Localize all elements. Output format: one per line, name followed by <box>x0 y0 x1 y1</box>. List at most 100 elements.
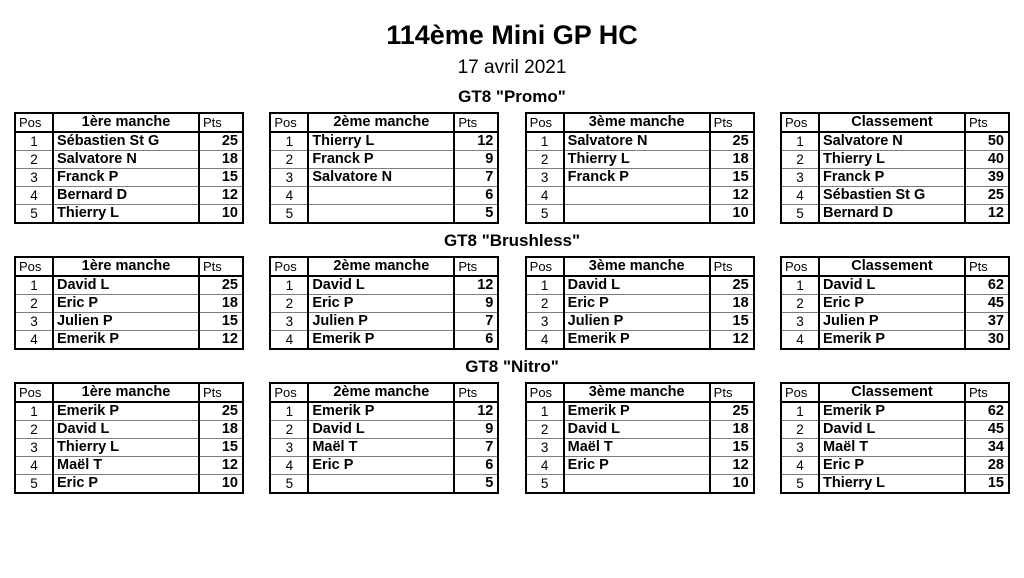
cell-points: 45 <box>964 420 1010 439</box>
cell-points: 10 <box>198 204 244 224</box>
cell-driver-name: Eric P <box>818 294 966 313</box>
cell-driver-name: David L <box>52 275 200 295</box>
cell-driver-name: Thierry L <box>563 150 711 169</box>
cell-points: 7 <box>453 438 499 457</box>
section-title: GT8 "Nitro" <box>465 357 559 376</box>
cell-driver-name: David L <box>563 275 711 295</box>
cell-driver-name: David L <box>563 420 711 439</box>
cell-driver-name <box>563 204 711 224</box>
table-title: 3ème manche <box>563 256 711 277</box>
column-header-pts: Pts <box>709 256 755 277</box>
table-row: 5 Thierry L 15 <box>780 474 1010 494</box>
event-date: 17 avril 2021 <box>457 57 567 78</box>
cell-driver-name: David L <box>52 420 200 439</box>
table-row: 1 David L 25 <box>525 275 755 295</box>
column-header-pts: Pts <box>709 112 755 133</box>
cell-points: 62 <box>964 275 1010 295</box>
table-title: 2ème manche <box>307 256 456 277</box>
results-table: Pos 2ème manche Pts 1 Thierry L 12 2 Franck P93… <box>269 112 500 224</box>
table-row: 2 Eric P 18 <box>525 294 755 313</box>
cell-position: 2 <box>269 150 310 169</box>
cell-points: 25 <box>198 275 244 295</box>
table-header-row: Pos 2ème manche Pts <box>269 382 499 403</box>
cell-position: 2 <box>525 150 565 169</box>
cell-driver-name: Emerik P <box>818 330 966 350</box>
cell-position: 4 <box>269 330 310 350</box>
table-row: 3 Julien P7 <box>269 312 499 331</box>
table-row: 4 Maël T 12 <box>14 456 244 475</box>
column-header-pos: Pos <box>269 382 310 403</box>
cell-points: 45 <box>964 294 1010 313</box>
cell-position: 4 <box>780 330 820 350</box>
cell-position: 3 <box>269 168 310 187</box>
table-row: 1 David L 25 <box>14 275 244 295</box>
results-table: Pos 3ème manche Pts 1 Emerik P 25 2 David L 18 3 M… <box>524 382 755 494</box>
cell-driver-name: Thierry L <box>307 131 456 151</box>
cell-position: 1 <box>780 275 820 295</box>
column-header-pos: Pos <box>14 256 54 277</box>
cell-points: 40 <box>964 150 1010 169</box>
table-row: 46 <box>269 186 499 205</box>
table-row: 3 Julien P 15 <box>525 312 755 331</box>
cell-points: 18 <box>709 294 755 313</box>
table-row: 2 David L 18 <box>14 420 244 439</box>
table-row: 2 David L 18 <box>525 420 755 439</box>
cell-driver-name: Julien P <box>307 312 456 331</box>
table-row: 3 Julien P 37 <box>780 312 1010 331</box>
cell-points: 37 <box>964 312 1010 331</box>
cell-points: 12 <box>198 456 244 475</box>
cell-driver-name: Sébastien St G <box>818 186 966 205</box>
cell-driver-name: Salvatore N <box>52 150 200 169</box>
cell-driver-name: Julien P <box>818 312 966 331</box>
cell-position: 4 <box>780 186 820 205</box>
cell-driver-name: Salvatore N <box>818 131 966 151</box>
cell-points: 18 <box>198 150 244 169</box>
column-header-pts: Pts <box>453 256 499 277</box>
cell-points: 12 <box>964 204 1010 224</box>
results-table: Pos 1ère manche Pts 1 Sébastien St G 25 2 Salva… <box>14 112 244 224</box>
table-row: 5 Thierry L 10 <box>14 204 244 224</box>
table-title: 1ère manche <box>52 256 200 277</box>
cell-position: 3 <box>269 438 310 457</box>
table-row: 4 Eric P6 <box>269 456 499 475</box>
table-row: 2 Thierry L 40 <box>780 150 1010 169</box>
cell-position: 2 <box>14 420 54 439</box>
cell-position: 4 <box>525 330 565 350</box>
cell-position: 4 <box>525 186 565 205</box>
cell-driver-name: Thierry L <box>52 204 200 224</box>
table-row: 2 David L 45 <box>780 420 1010 439</box>
table-title: 2ème manche <box>307 382 456 403</box>
cell-position: 2 <box>780 420 820 439</box>
cell-points: 18 <box>709 150 755 169</box>
table-row: 3 Maël T7 <box>269 438 499 457</box>
table-title: Classement <box>818 112 966 133</box>
cell-position: 1 <box>269 401 310 421</box>
table-title: 3ème manche <box>563 112 711 133</box>
table-row: 2 Salvatore N 18 <box>14 150 244 169</box>
cell-position: 1 <box>269 275 310 295</box>
table-row: 55 <box>269 204 499 224</box>
cell-points: 25 <box>709 275 755 295</box>
cell-points: 6 <box>453 330 499 350</box>
cell-position: 2 <box>14 150 54 169</box>
cell-points: 12 <box>709 186 755 205</box>
results-section: GT8 "Promo" Pos 1ère manche Pts 1 Sébastien S… <box>0 86 1024 224</box>
cell-driver-name: Eric P <box>52 294 200 313</box>
column-header-pos: Pos <box>780 382 820 403</box>
cell-points: 6 <box>453 456 499 475</box>
cell-points: 25 <box>198 401 244 421</box>
cell-driver-name: Franck P <box>563 168 711 187</box>
table-row: 1 Sébastien St G 25 <box>14 131 244 151</box>
table-row: 2 Eric P 18 <box>14 294 244 313</box>
cell-driver-name: David L <box>818 275 966 295</box>
table-row: 4 Emerik P 12 <box>525 330 755 350</box>
cell-driver-name: Eric P <box>563 294 711 313</box>
table-row: 3 Franck P 15 <box>14 168 244 187</box>
cell-points: 15 <box>198 168 244 187</box>
cell-position: 2 <box>780 294 820 313</box>
cell-points: 10 <box>709 474 755 494</box>
table-header-row: Pos 3ème manche Pts <box>525 112 755 133</box>
column-header-pos: Pos <box>525 112 565 133</box>
cell-driver-name: Julien P <box>52 312 200 331</box>
cell-driver-name: David L <box>307 420 456 439</box>
